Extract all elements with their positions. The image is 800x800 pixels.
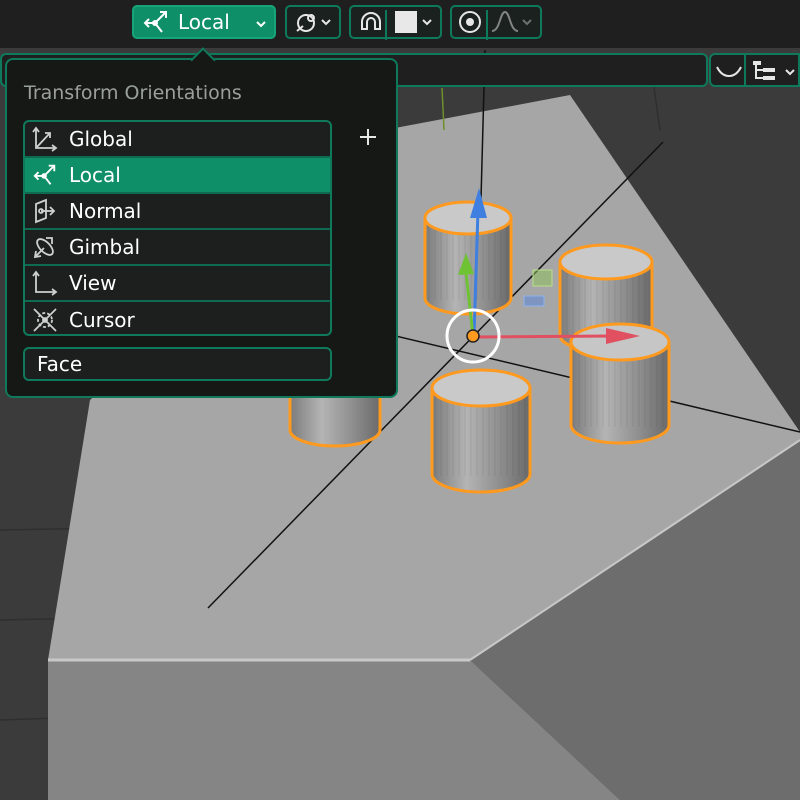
orientation-item-label: Global bbox=[69, 127, 133, 151]
orientation-item-local[interactable]: Local bbox=[25, 158, 330, 194]
snap-target-square-icon[interactable] bbox=[395, 11, 417, 33]
transform-orientation-dropdown[interactable]: Local bbox=[132, 5, 276, 39]
pivot-icon bbox=[293, 9, 321, 35]
orientation-item-normal[interactable]: Normal bbox=[25, 194, 330, 230]
orientation-item-label: Cursor bbox=[69, 308, 135, 332]
orientation-list: Global Local Normal Gimbal View Cursor bbox=[23, 120, 332, 336]
curve-icon[interactable] bbox=[715, 61, 743, 85]
orientation-name-value: Face bbox=[37, 352, 83, 376]
transform-orientation-label: Local bbox=[178, 10, 230, 34]
plus-icon[interactable] bbox=[355, 124, 381, 150]
pivot-point-dropdown[interactable] bbox=[285, 5, 341, 39]
local-axes-icon bbox=[142, 9, 170, 35]
cursor-icon bbox=[31, 306, 59, 334]
snapping-group bbox=[349, 5, 442, 40]
chevron-down-icon[interactable] bbox=[420, 15, 434, 29]
chevron-down-icon bbox=[321, 19, 331, 26]
view-options-group bbox=[709, 53, 800, 87]
falloff-curve-icon[interactable] bbox=[490, 9, 520, 35]
orientation-item-gimbal[interactable]: Gimbal bbox=[25, 230, 330, 266]
orientation-item-view[interactable]: View bbox=[25, 266, 330, 302]
orientation-item-label: Normal bbox=[69, 199, 142, 223]
orientation-item-label: Local bbox=[69, 163, 121, 187]
local-axes-icon bbox=[31, 161, 59, 189]
popup-title: Transform Orientations bbox=[24, 82, 242, 104]
global-axes-icon bbox=[31, 125, 59, 153]
snap-magnet-icon[interactable] bbox=[357, 9, 385, 35]
chevron-down-icon[interactable] bbox=[520, 15, 534, 29]
normal-icon bbox=[31, 197, 59, 225]
cylinder-front bbox=[430, 368, 532, 494]
orientation-item-label: View bbox=[69, 271, 117, 295]
proportional-editing-group bbox=[450, 5, 542, 40]
chevron-down-icon[interactable] bbox=[783, 65, 797, 79]
chevron-down-icon bbox=[256, 21, 266, 28]
viewport-header: Local bbox=[0, 0, 800, 48]
outliner-hierarchy-icon[interactable] bbox=[751, 59, 779, 87]
orientation-name-field[interactable]: Face bbox=[23, 347, 332, 381]
cylinder-right-front bbox=[569, 322, 671, 445]
orientation-item-global[interactable]: Global bbox=[25, 122, 330, 158]
orientation-item-cursor[interactable]: Cursor bbox=[25, 302, 330, 334]
proportional-editing-icon[interactable] bbox=[456, 9, 484, 35]
gimbal-icon bbox=[31, 233, 59, 261]
orientation-item-label: Gimbal bbox=[69, 235, 141, 259]
view-axes-icon bbox=[31, 269, 59, 297]
transform-orientations-popup: Transform Orientations Global Local Norm… bbox=[5, 47, 398, 398]
